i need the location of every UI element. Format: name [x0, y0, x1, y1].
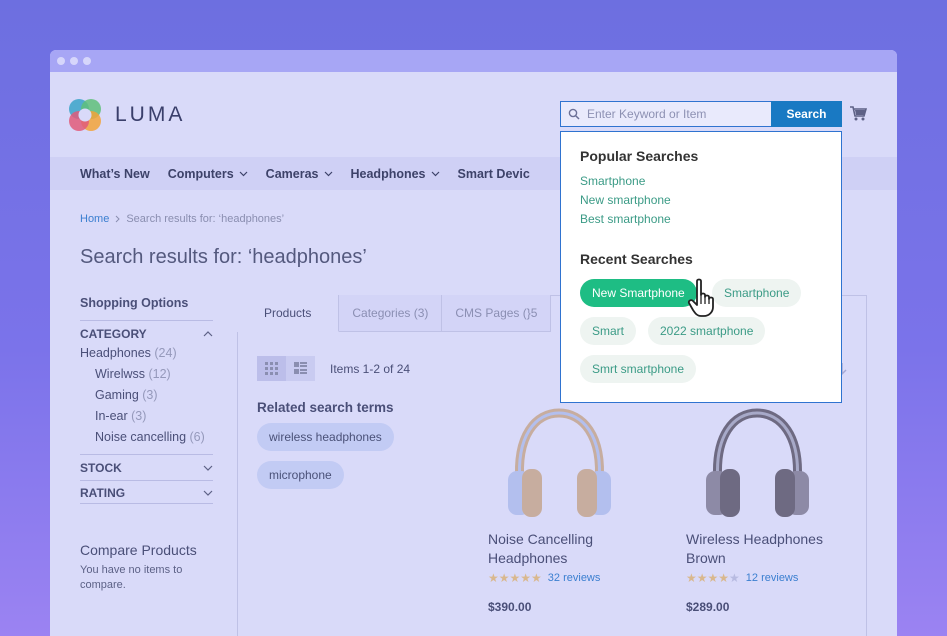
- related-term-pill[interactable]: wireless headphones: [257, 423, 394, 451]
- search-suggestions-dropdown: Popular Searches Smartphone New smartpho…: [560, 131, 842, 403]
- luma-logo-icon[interactable]: [67, 97, 103, 133]
- grid-icon: [265, 362, 278, 375]
- results-tabs: Products Categories (3) CMS Pages (}5: [237, 295, 552, 332]
- product-name[interactable]: Wireless Headphones Brown: [686, 530, 846, 568]
- breadcrumb-current: Search results for: ‘headphones’: [126, 213, 285, 225]
- chevron-down-icon: [239, 171, 248, 176]
- breadcrumb-home[interactable]: Home: [80, 213, 109, 225]
- product-reviews-link[interactable]: 32 reviews: [548, 572, 601, 584]
- window-titlebar: [50, 50, 897, 72]
- product-rating: ★★★★★ 12 reviews: [686, 571, 846, 585]
- chevron-down-icon: [203, 465, 213, 471]
- recent-search-chip[interactable]: 2022 smartphone: [648, 317, 766, 345]
- option-label: Headphones: [80, 346, 151, 360]
- product-price: $390.00: [488, 600, 532, 614]
- view-toggle: [257, 356, 315, 381]
- list-view-button[interactable]: [286, 356, 315, 381]
- product-card[interactable]: Noise Cancelling Headphones ★★★★★ 32 rev…: [488, 530, 648, 614]
- chevron-down-icon: [324, 171, 332, 176]
- filter-label: RATING: [80, 486, 126, 500]
- nav-item-whats-new[interactable]: What’s New: [80, 167, 150, 181]
- nav-item-headphones[interactable]: Headphones: [351, 167, 440, 181]
- compare-text: You have no items to compare.: [80, 564, 183, 591]
- filter-label: CATEGORY: [80, 326, 147, 341]
- popular-search-link[interactable]: Smartphone: [580, 174, 645, 188]
- product-card[interactable]: Wireless Headphones Brown ★★★★★ 12 revie…: [686, 530, 846, 614]
- popular-searches-title: Popular Searches: [580, 148, 699, 164]
- chevron-down-icon: [203, 490, 213, 496]
- chevron-up-icon: [203, 330, 213, 336]
- filter-option-gaming[interactable]: Gaming (3): [95, 388, 158, 402]
- option-label: Wirelwss: [95, 367, 145, 381]
- chevron-down-icon: [431, 171, 439, 176]
- window-dot[interactable]: [83, 57, 91, 65]
- product-price: $289.00: [686, 600, 730, 614]
- search-icon: [561, 102, 587, 126]
- product-rating: ★★★★★ 32 reviews: [488, 571, 648, 585]
- popular-search-link[interactable]: Best smartphone: [580, 212, 671, 226]
- grid-view-button[interactable]: [257, 356, 286, 381]
- product-image[interactable]: [502, 405, 617, 520]
- filter-option-noise-cancelling[interactable]: Noise cancelling (6): [95, 430, 205, 444]
- product-name[interactable]: Noise Cancelling Headphones: [488, 530, 648, 568]
- filter-rating[interactable]: RATING: [80, 480, 213, 504]
- option-label: In-ear: [95, 409, 128, 423]
- nav-item-label: Headphones: [350, 166, 426, 181]
- nav-item-label: Computers: [167, 166, 234, 181]
- sidebar-heading: Shopping Options: [80, 296, 189, 310]
- option-count: (12): [148, 367, 171, 381]
- filter-option-in-ear[interactable]: In-ear (3): [95, 409, 146, 423]
- nav-item-computers[interactable]: Computers: [168, 167, 248, 181]
- breadcrumb: Home Search results for: ‘headphones’: [80, 213, 284, 225]
- nav-item-label: Smart Devic: [457, 166, 530, 181]
- recent-search-chip[interactable]: New Smartphone: [580, 279, 697, 307]
- rating-stars-icon: ★★★★★: [488, 571, 542, 585]
- hand-cursor-icon: [687, 278, 714, 317]
- window-dot[interactable]: [57, 57, 65, 65]
- chevron-right-icon: [115, 215, 121, 223]
- product-reviews-link[interactable]: 12 reviews: [746, 572, 799, 584]
- related-term-pill[interactable]: microphone: [257, 461, 344, 489]
- nav-item-cameras[interactable]: Cameras: [266, 167, 333, 181]
- items-count: Items 1-2 of 24: [330, 362, 411, 376]
- nav-item-label: Cameras: [265, 166, 319, 181]
- filter-label: STOCK: [80, 460, 122, 475]
- product-image[interactable]: [700, 405, 815, 520]
- option-count: (3): [142, 388, 158, 402]
- search-button[interactable]: Search: [771, 101, 842, 127]
- popular-search-link[interactable]: New smartphone: [580, 193, 671, 207]
- nav-item-label: What’s New: [80, 166, 150, 181]
- option-label: Gaming: [95, 388, 139, 402]
- rating-stars-icon: ★★★★★: [686, 571, 740, 585]
- compare-title: Compare Products: [80, 542, 197, 558]
- recent-search-chip[interactable]: Smartphone: [712, 279, 802, 307]
- logo-text[interactable]: LUMA: [115, 103, 185, 127]
- page-title: Search results for: ‘headphones’: [80, 246, 367, 268]
- filter-stock[interactable]: STOCK: [80, 454, 213, 478]
- window-dot[interactable]: [70, 57, 78, 65]
- tab-products[interactable]: Products: [237, 295, 340, 332]
- option-count: (3): [131, 409, 147, 423]
- cart-icon[interactable]: [849, 105, 867, 121]
- filter-option-headphones[interactable]: Headphones (24): [80, 346, 177, 360]
- filter-option-wireless[interactable]: Wirelwss (12): [95, 367, 171, 381]
- option-label: Noise cancelling: [95, 430, 187, 444]
- related-search-title: Related search terms: [257, 400, 394, 415]
- option-count: (6): [189, 430, 205, 444]
- recent-searches-title: Recent Searches: [580, 251, 693, 267]
- recent-search-chip[interactable]: Smart: [580, 317, 637, 345]
- recent-search-chip[interactable]: Smrt smartphone: [580, 355, 697, 383]
- tab-cms-pages[interactable]: CMS Pages (}5: [442, 295, 552, 332]
- filter-category[interactable]: CATEGORY: [80, 320, 213, 344]
- tab-categories[interactable]: Categories (3): [339, 295, 443, 332]
- list-icon: [294, 362, 307, 374]
- nav-item-smart-devices[interactable]: Smart Devic: [458, 167, 530, 181]
- option-count: (24): [154, 346, 177, 360]
